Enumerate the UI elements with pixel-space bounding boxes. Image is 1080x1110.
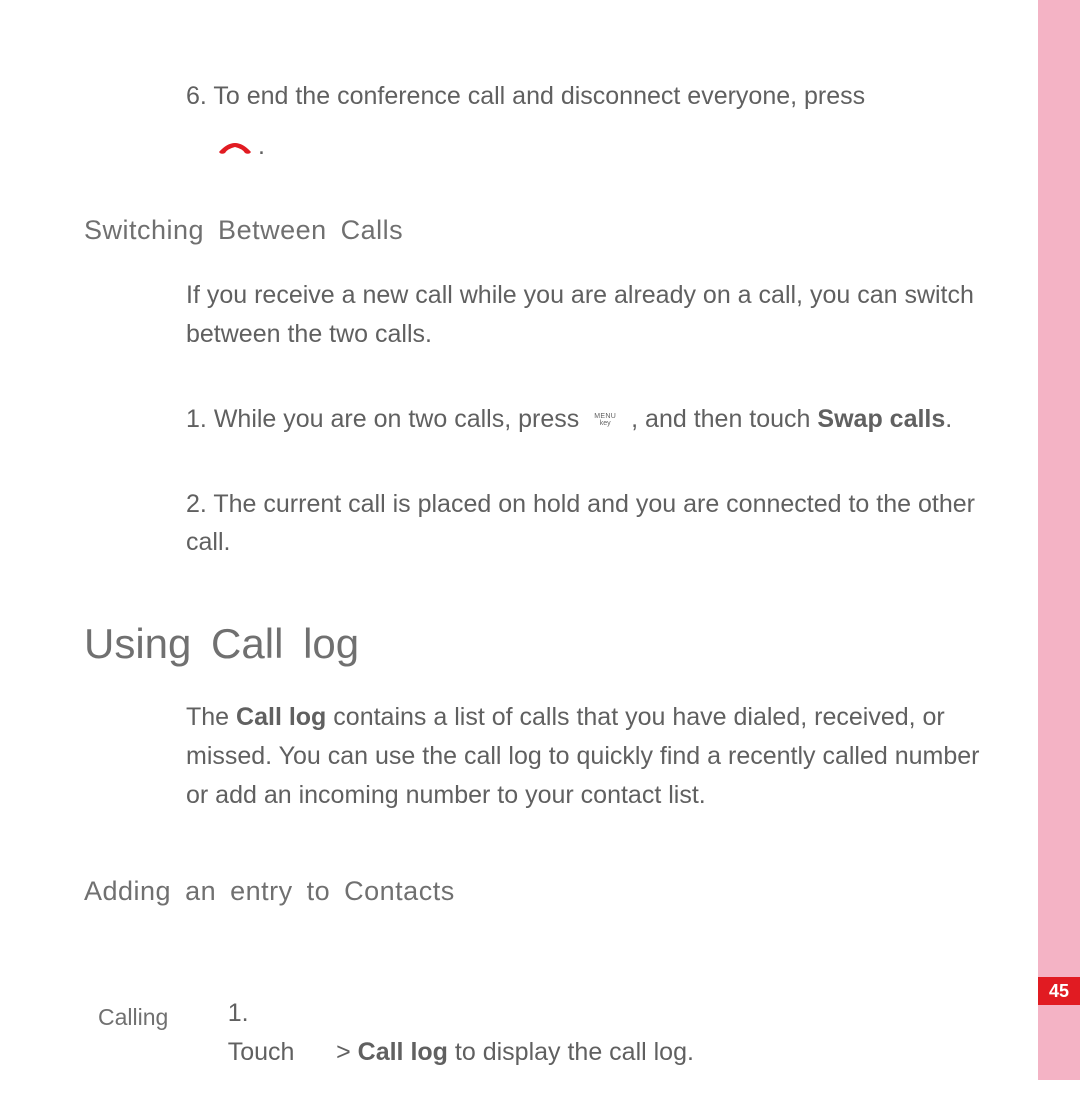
side-stripe (1038, 0, 1080, 1080)
call-log-bold: Call log (236, 703, 326, 731)
footer-label: Calling (98, 1004, 168, 1031)
step-6: 6. To end the conference call and discon… (186, 78, 1004, 114)
step-gap (294, 1038, 336, 1066)
step-text-pre: While you are on two calls, press (214, 405, 579, 433)
step-number: 1. (186, 405, 207, 433)
step-text-mid: , and then touch (631, 405, 810, 433)
step-post: to display the call log. (455, 1038, 694, 1066)
step-number: 2. (186, 490, 207, 518)
document-page: 45 6. To end the conference call and dis… (0, 0, 1080, 1080)
hangup-row: . (216, 132, 1004, 161)
step-6-period: . (258, 132, 265, 161)
heading-adding-entry: Adding an entry to Contacts (84, 876, 1004, 907)
menu-key-icon: MENU key (590, 409, 620, 431)
swap-calls-label: Swap calls (817, 405, 945, 433)
step-6-number: 6. (186, 82, 207, 110)
switching-step-1: 1. While you are on two calls, press MEN… (186, 400, 1004, 439)
page-number: 45 (1038, 977, 1080, 1005)
arrow-icon: > (336, 1038, 351, 1066)
step-text: The current call is placed on hold and y… (186, 490, 975, 557)
intro-pre: The (186, 703, 229, 731)
heading-call-log: Using Call log (84, 620, 1004, 668)
switching-intro: If you receive a new call while you are … (186, 276, 1004, 354)
content-area: 6. To end the conference call and discon… (84, 78, 1004, 1110)
call-log-bold-2: Call log (358, 1038, 448, 1066)
menu-key-label-top: MENU (594, 413, 616, 420)
heading-switching: Switching Between Calls (84, 215, 1004, 246)
menu-key-label-bottom: key (600, 420, 611, 427)
calllog-step-1: 1. Touch > Call log to display the call … (186, 955, 1004, 1110)
step-number: 1. (228, 999, 249, 1027)
call-log-intro: The Call log contains a list of calls th… (186, 698, 1004, 814)
step-6-text: To end the conference call and disconnec… (213, 82, 865, 110)
step-text-post: . (945, 405, 952, 433)
switching-step-2: 2. The current call is placed on hold an… (186, 485, 1004, 563)
hangup-icon (216, 138, 254, 156)
step-pre: Touch (228, 1038, 295, 1066)
